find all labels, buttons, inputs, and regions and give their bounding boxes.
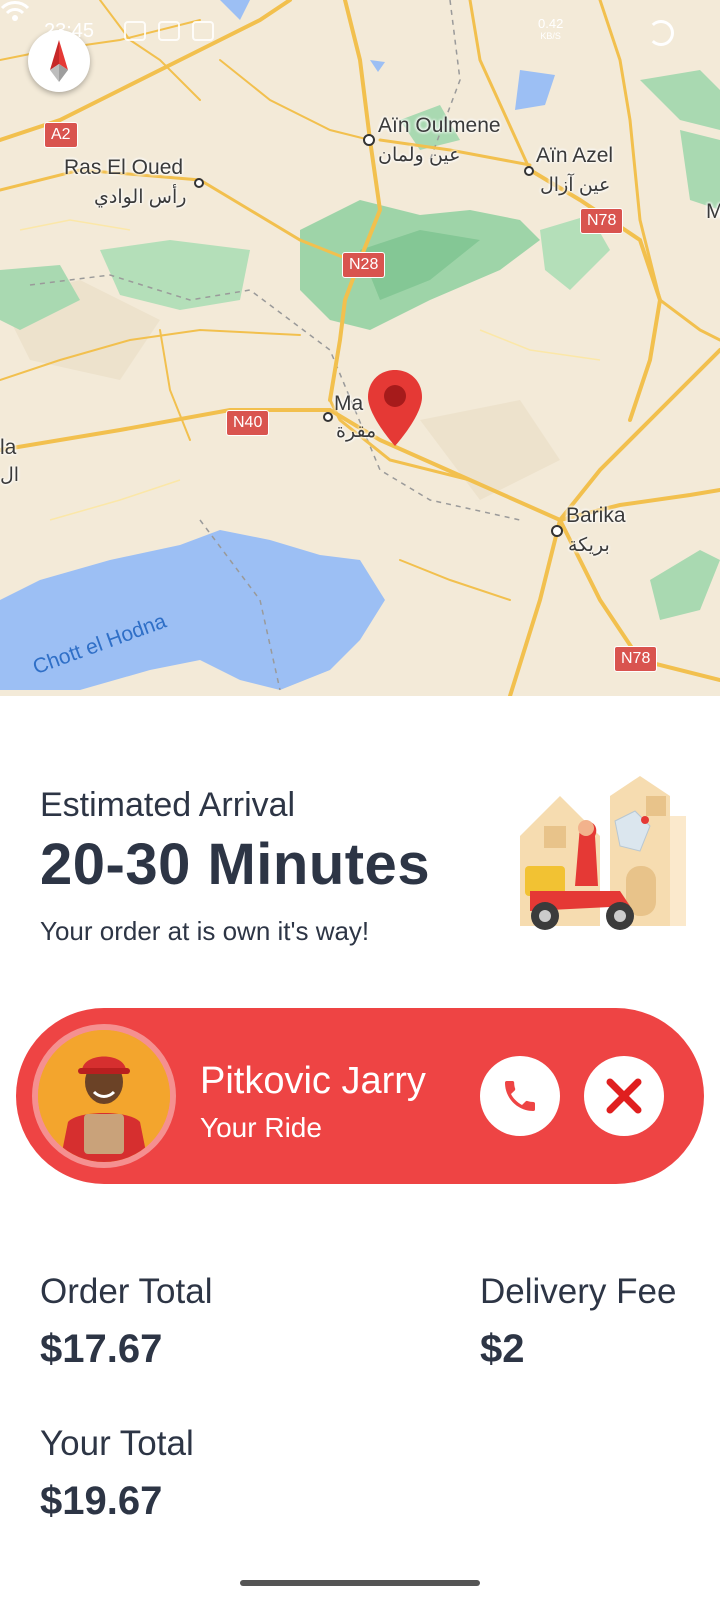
place-label: Aïn Oulmene	[378, 114, 501, 137]
road-badge: N78	[614, 646, 658, 672]
place-label-edge: M	[706, 200, 720, 223]
your-total-label: Your Total	[40, 1424, 194, 1463]
place-label: la	[0, 436, 17, 459]
place-label: Ma	[334, 392, 364, 415]
map-view[interactable]: Aïn Oulmene عين ولمان Ras El Oued رأس ال…	[0, 0, 720, 696]
home-indicator[interactable]	[240, 1580, 480, 1586]
network-speed-unit: KB/S	[540, 31, 561, 41]
status-bar: 23:45 0.42 KB/S	[0, 0, 720, 62]
driver-card[interactable]: Pitkovic Jarry Your Ride	[16, 1008, 704, 1184]
order-total-value: $17.67	[40, 1327, 163, 1371]
avatar	[32, 1024, 176, 1168]
place-label-arabic: بريكة	[568, 535, 610, 556]
delivery-fee-value: $2	[480, 1327, 525, 1371]
map-canvas	[0, 0, 720, 696]
network-speed: 0.42 KB/S	[538, 17, 563, 43]
wifi-icon	[0, 1, 30, 21]
notification-icon	[124, 21, 146, 41]
cancel-button[interactable]	[584, 1056, 664, 1136]
road-badge: N28	[342, 252, 386, 278]
place-label-arabic: ال	[0, 465, 20, 486]
place-label: Barika	[566, 504, 626, 527]
place-label-arabic: رأس الوادي	[94, 187, 187, 208]
road-badge: A2	[44, 122, 78, 148]
place-label: Aïn Azel	[536, 144, 614, 167]
network-speed-value: 0.42	[538, 16, 564, 31]
road-badge: N40	[226, 410, 270, 436]
status-time: 23:45	[44, 20, 95, 42]
driver-role: Your Ride	[200, 1112, 322, 1143]
place-label-arabic: عين آزال	[540, 175, 611, 196]
close-icon	[606, 1078, 642, 1114]
order-total-label: Order Total	[40, 1272, 213, 1311]
place-label: Ras El Oued	[64, 156, 184, 179]
delivery-illustration	[520, 776, 690, 946]
your-total-value: $19.67	[40, 1479, 163, 1523]
road-badge: N78	[580, 208, 624, 234]
battery-icon	[648, 20, 674, 46]
place-label-arabic: عين ولمان	[378, 145, 461, 166]
call-button[interactable]	[480, 1056, 560, 1136]
notification-icon	[192, 21, 214, 41]
driver-name: Pitkovic Jarry	[200, 1060, 426, 1102]
notification-icon	[158, 21, 180, 41]
phone-icon	[505, 1081, 535, 1111]
delivery-fee-label: Delivery Fee	[480, 1272, 677, 1311]
